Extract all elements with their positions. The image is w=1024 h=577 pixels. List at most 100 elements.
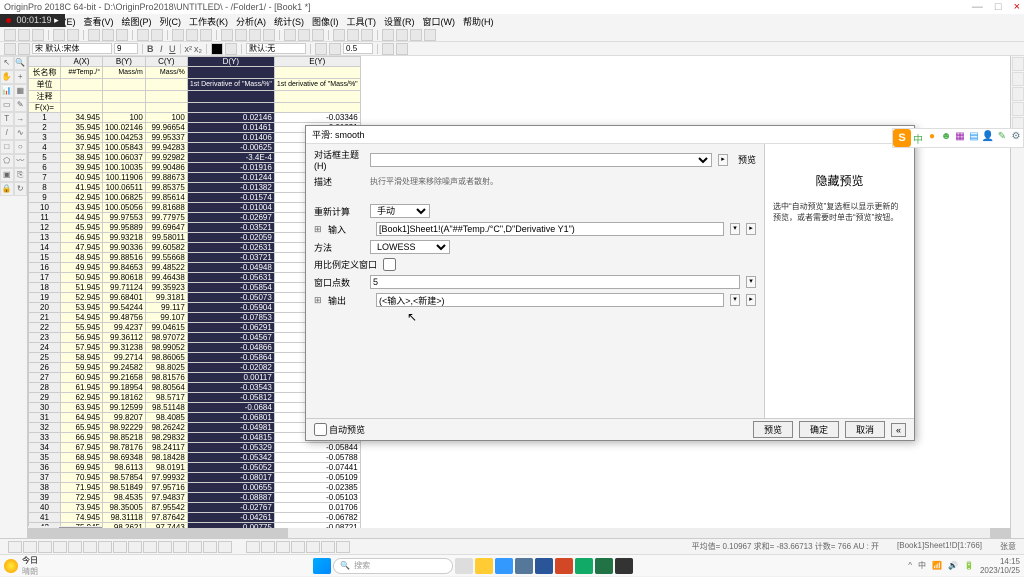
- table-row[interactable]: 3972.94598.453597.94837-0.08887-0.05103: [29, 493, 361, 503]
- status-scatter-icon[interactable]: [23, 541, 37, 553]
- rect-icon[interactable]: [382, 43, 394, 55]
- status-excel-icon[interactable]: [261, 541, 275, 553]
- polygon-tool-icon[interactable]: ⬠: [0, 154, 14, 168]
- status-contour-icon[interactable]: [113, 541, 127, 553]
- powerpoint-icon[interactable]: [555, 558, 573, 574]
- data-tool-icon[interactable]: 📊: [0, 84, 14, 98]
- 3d-icon[interactable]: [284, 29, 296, 41]
- contour-icon[interactable]: [298, 29, 310, 41]
- redo-icon[interactable]: [116, 29, 128, 41]
- z-axis-icon[interactable]: [361, 29, 373, 41]
- system-tray[interactable]: ^ 中 📶 🔊 🔋 14:15 2023/10/25: [908, 557, 1020, 575]
- store-icon[interactable]: [515, 558, 533, 574]
- menu-plot[interactable]: 绘图(P): [122, 15, 152, 28]
- new-project-icon[interactable]: [4, 29, 16, 41]
- fill-color-icon[interactable]: [225, 43, 237, 55]
- menu-worksheet[interactable]: 工作表(K): [189, 15, 228, 28]
- status-mat-icon[interactable]: [276, 541, 290, 553]
- origin-icon[interactable]: [575, 558, 593, 574]
- status-graph-icon[interactable]: [291, 541, 305, 553]
- close-button[interactable]: ×: [1014, 1, 1020, 13]
- rect-tool-icon[interactable]: □: [0, 140, 14, 154]
- rotate-tool-icon[interactable]: ↻: [14, 182, 28, 196]
- autopreview-checkbox-label[interactable]: 自动预览: [314, 423, 365, 436]
- ime-punct-icon[interactable]: ●: [925, 131, 939, 145]
- dash-icon[interactable]: [329, 43, 341, 55]
- status-pie-icon[interactable]: [83, 541, 97, 553]
- font-color-icon[interactable]: [211, 43, 223, 55]
- fit-icon[interactable]: [200, 29, 212, 41]
- status-func-icon[interactable]: [306, 541, 320, 553]
- scatter-icon[interactable]: [235, 29, 247, 41]
- autopreview-checkbox[interactable]: [314, 423, 327, 436]
- status-box-icon[interactable]: [158, 541, 172, 553]
- read-tool-icon[interactable]: +: [14, 70, 28, 84]
- status-col-icon[interactable]: [53, 541, 67, 553]
- line-tool-icon[interactable]: /: [0, 126, 14, 140]
- arrow-up-icon[interactable]: [410, 29, 422, 41]
- tray-lang-icon[interactable]: 中: [918, 560, 926, 571]
- preview-button[interactable]: 预览: [753, 421, 793, 438]
- draw-tool-icon[interactable]: ✎: [14, 98, 28, 112]
- horizontal-scrollbar[interactable]: [28, 528, 1010, 538]
- menu-view[interactable]: 查看(V): [84, 15, 114, 28]
- input-browse-button[interactable]: ▾: [730, 223, 740, 235]
- table-row[interactable]: 134.9451001000.02146-0.03346: [29, 113, 361, 123]
- arrow-right-icon[interactable]: [396, 29, 408, 41]
- region-tool-icon[interactable]: ▭: [0, 98, 14, 112]
- bold-button[interactable]: B: [147, 44, 154, 54]
- line-icon[interactable]: [315, 43, 327, 55]
- apps-icon[interactable]: [1012, 57, 1024, 71]
- arrow-tool-icon[interactable]: →: [14, 112, 28, 126]
- method-select[interactable]: LOWESS: [370, 240, 450, 254]
- input-expander[interactable]: ⊞: [314, 224, 322, 235]
- start-button[interactable]: [313, 558, 331, 574]
- duplicate-icon[interactable]: [151, 29, 163, 41]
- font-selector[interactable]: [32, 43, 112, 54]
- export-icon[interactable]: [67, 29, 79, 41]
- status-stock-icon[interactable]: [188, 541, 202, 553]
- mask-tool-icon[interactable]: ▦: [14, 84, 28, 98]
- menu-image[interactable]: 图像(I): [312, 15, 339, 28]
- tray-time[interactable]: 14:15: [980, 557, 1020, 566]
- refresh-icon[interactable]: [137, 29, 149, 41]
- add-column-icon[interactable]: [172, 29, 184, 41]
- ime-lang-icon[interactable]: 中: [911, 131, 925, 145]
- gadget2-icon[interactable]: [1012, 87, 1024, 101]
- table-row[interactable]: 4073.94598.3500587.95542-0.027670.01706: [29, 503, 361, 513]
- pointer-icon[interactable]: [4, 43, 16, 55]
- italic-button[interactable]: I: [160, 44, 163, 54]
- zoom-tool-icon[interactable]: 🔍: [14, 56, 28, 70]
- gadget3-icon[interactable]: [1012, 102, 1024, 116]
- print-icon[interactable]: [88, 29, 100, 41]
- input-field[interactable]: [376, 222, 724, 236]
- text-tool-icon[interactable]: T: [0, 112, 14, 126]
- cancel-button[interactable]: 取消: [845, 421, 885, 438]
- minimize-button[interactable]: —: [972, 1, 983, 13]
- dialog-titlebar[interactable]: 平滑: smooth ×: [306, 126, 914, 144]
- table-row[interactable]: 4174.94598.3111897.87642-0.04261-0.06782: [29, 513, 361, 523]
- table-row[interactable]: 3568.94598.6934898.18428-0.05342-0.05788: [29, 453, 361, 463]
- freehand-tool-icon[interactable]: 〰: [14, 154, 28, 168]
- tray-battery-icon[interactable]: 🔋: [964, 561, 974, 570]
- subscript-button[interactable]: x₂: [194, 44, 202, 54]
- table-row[interactable]: 3467.94598.7817698.24117-0.05329-0.05844: [29, 443, 361, 453]
- table-row[interactable]: 3871.94598.5184997.957160.00655-0.02385: [29, 483, 361, 493]
- superscript-button[interactable]: x²: [185, 44, 193, 54]
- terminal-icon[interactable]: [615, 558, 633, 574]
- menu-window[interactable]: 窗口(W): [423, 15, 456, 28]
- tray-chevron-icon[interactable]: ^: [908, 561, 912, 570]
- recalc-select[interactable]: 手动: [370, 204, 430, 218]
- sogou-icon[interactable]: S: [893, 129, 911, 147]
- style-selector[interactable]: [246, 43, 306, 54]
- ime-voice-icon[interactable]: ▤: [967, 131, 981, 145]
- status-stat-icon[interactable]: [143, 541, 157, 553]
- tray-wifi-icon[interactable]: 📶: [932, 561, 942, 570]
- menu-column[interactable]: 列(C): [160, 15, 182, 28]
- underline-button[interactable]: U: [169, 44, 176, 54]
- excel-icon[interactable]: [595, 558, 613, 574]
- ime-settings-icon[interactable]: ⚙: [1009, 131, 1023, 145]
- ime-tool-icon[interactable]: ✎: [995, 131, 1009, 145]
- menu-preferences[interactable]: 设置(R): [384, 15, 415, 28]
- taskbar-weather[interactable]: 今日 晴朗: [4, 555, 38, 577]
